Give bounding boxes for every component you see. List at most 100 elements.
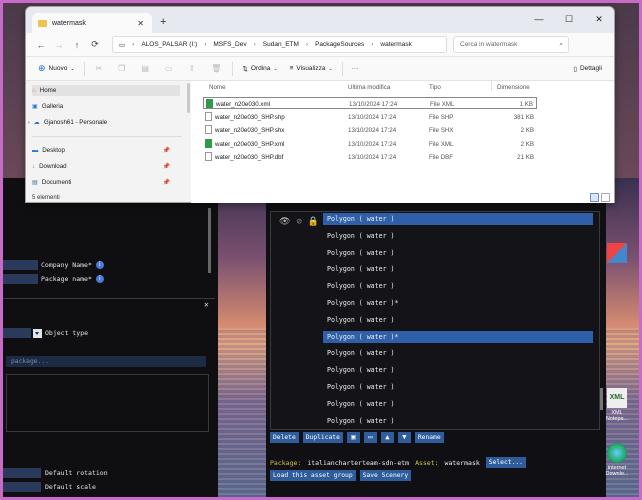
default-rotation-field[interactable] xyxy=(3,468,41,478)
sidebar-item-onedrive[interactable]: › ☁ Gjanosh61 - Personale xyxy=(28,117,107,128)
maximize-button[interactable]: ☐ xyxy=(554,7,584,33)
internet-download-shortcut[interactable]: internet Downlo... xyxy=(604,443,630,477)
file-row[interactable]: water_n20e030_SHP.dbf 13/10/2024 17:24 Fil… xyxy=(203,151,537,163)
polygon-list-item[interactable]: Polygon ( water ) xyxy=(323,364,593,376)
select-button[interactable]: Select... xyxy=(485,457,526,468)
view-button[interactable]: ≡ Visualizza ⌄ xyxy=(284,65,339,72)
duplicate-button[interactable]: Duplicate xyxy=(302,432,343,443)
move-up-button[interactable]: ▲ xyxy=(380,432,394,443)
file-row[interactable]: water_n20e030.xml 13/10/2024 17:24 File XM… xyxy=(203,97,537,109)
sidebar-item-documents[interactable]: ▤ Documenti 📌 xyxy=(32,177,182,188)
sidebar-scrollbar[interactable] xyxy=(187,83,190,113)
address-bar: ← → ↑ ⟳ ▭ › ALOS_PALSAR (I:) › MSFS_Dev … xyxy=(26,33,614,57)
new-button[interactable]: ⊕ Nuovo ⌄ xyxy=(32,63,81,74)
info-icon[interactable]: i xyxy=(95,275,104,283)
lock-icon[interactable]: 🔒 xyxy=(308,217,319,227)
paste-icon[interactable]: ▤ xyxy=(133,64,157,73)
column-name[interactable]: Nome xyxy=(209,84,226,91)
pin-icon[interactable]: 📌 xyxy=(163,147,170,154)
file-row[interactable]: water_n20e030_SHP.xml 13/10/2024 17:24 Fil… xyxy=(203,138,537,150)
forward-button[interactable]: → xyxy=(50,40,68,50)
polygon-list-item[interactable]: Polygon ( water ) xyxy=(323,415,593,427)
file-row[interactable]: water_n20e030_SHP.shp 13/10/2024 17:24 Fil… xyxy=(203,111,537,123)
file-list[interactable]: Nome Ultima modifica Tipo Dimensione wat… xyxy=(191,81,614,203)
folder-icon[interactable]: ▭ xyxy=(363,432,377,443)
search-input[interactable]: Cerca in watermask ⌕ xyxy=(453,36,569,53)
object-type-field[interactable] xyxy=(3,328,31,338)
sidebar-item-gallery[interactable]: ▣ Galleria xyxy=(32,101,63,112)
crumb-package-sources[interactable]: PackageSources xyxy=(315,41,364,48)
details-button[interactable]: ▯ Dettagli xyxy=(567,65,608,73)
file-row[interactable]: water_n20e030_SHP.shx 13/10/2024 17:24 Fil… xyxy=(203,124,537,136)
breadcrumb[interactable]: ▭ › ALOS_PALSAR (I:) › MSFS_Dev › Sudan_… xyxy=(112,36,447,53)
default-scale-field[interactable] xyxy=(3,482,41,492)
scrollbar[interactable] xyxy=(208,208,211,273)
package-name-field[interactable] xyxy=(3,274,38,284)
info-icon[interactable]: i xyxy=(95,261,104,269)
polygon-list-item[interactable]: Polygon ( water ) xyxy=(323,381,593,393)
chevron-right-icon[interactable]: › xyxy=(28,120,30,126)
dropdown-icon[interactable] xyxy=(33,328,42,338)
save-scenery-button[interactable]: Save Scenery xyxy=(359,470,412,481)
close-tab-icon[interactable]: ✕ xyxy=(137,19,144,28)
polygon-list-item[interactable]: Polygon ( water ) xyxy=(323,230,593,242)
sidebar-item-download[interactable]: ↓ Download 📌 xyxy=(32,161,182,172)
copy-icon[interactable]: ❐ xyxy=(110,64,133,73)
polygon-list-item[interactable]: Polygon ( water ) xyxy=(323,398,593,410)
up-button[interactable]: ↑ xyxy=(68,40,86,50)
cut-icon[interactable]: ✂ xyxy=(88,64,111,73)
new-tab-button[interactable]: + xyxy=(160,16,166,28)
polygon-list[interactable]: 👁 ⊘ 🔒 Polygon ( water ) Polygon ( water )… xyxy=(270,211,603,430)
move-down-button[interactable]: ▼ xyxy=(397,432,411,443)
polygon-list-item[interactable]: Polygon ( water )* xyxy=(323,297,593,309)
share-icon[interactable]: ⇪ xyxy=(181,64,204,73)
package-search-input[interactable]: package... xyxy=(6,356,206,367)
sidebar-item-home[interactable]: ⌂ Home xyxy=(32,85,180,96)
list-scrollbar[interactable] xyxy=(600,388,603,410)
file-size: 2 KB xyxy=(520,140,534,148)
polygon-list-item[interactable]: Polygon ( water ) xyxy=(323,280,593,292)
crumb-msfs-dev[interactable]: MSFS_Dev xyxy=(213,41,246,48)
details-view-icon[interactable] xyxy=(590,193,599,202)
desktop-shortcut[interactable] xyxy=(604,243,630,265)
sidebar-item-desktop[interactable]: ▬ Desktop 📌 xyxy=(32,145,182,156)
xml-notepad-shortcut[interactable]: XML XML Notepa... xyxy=(604,388,630,422)
package-list[interactable] xyxy=(6,374,209,432)
delete-icon[interactable]: 🗑 xyxy=(203,64,229,73)
crumb-drive[interactable]: ALOS_PALSAR (I:) xyxy=(141,41,197,48)
column-size[interactable]: Dimensione xyxy=(497,84,530,91)
polygon-list-item[interactable]: Polygon ( water ) xyxy=(323,247,593,259)
crumb-watermask[interactable]: watermask xyxy=(380,41,411,48)
load-asset-group-button[interactable]: Load this asset group xyxy=(270,470,356,481)
polygon-list-item[interactable]: Polygon ( water )* xyxy=(323,330,593,343)
sort-label: Ordina xyxy=(250,65,271,72)
refresh-button[interactable]: ⟳ xyxy=(86,39,104,50)
file-icon xyxy=(205,125,212,134)
add-folder-icon[interactable]: ▣ xyxy=(346,432,360,443)
sort-button[interactable]: ⇅ Ordina ⌄ xyxy=(236,65,283,73)
eye-icon[interactable]: 👁 xyxy=(279,217,290,227)
polygon-list-item[interactable]: Polygon ( water ) xyxy=(323,213,593,225)
close-icon[interactable]: ✕ xyxy=(204,300,209,309)
back-button[interactable]: ← xyxy=(32,40,50,50)
more-options-button[interactable]: ··· xyxy=(346,65,365,72)
company-name-field[interactable] xyxy=(3,260,38,270)
polygon-list-item[interactable]: Polygon ( water ) xyxy=(323,263,593,275)
pin-icon[interactable]: 📌 xyxy=(163,179,170,186)
pin-icon[interactable]: 📌 xyxy=(163,163,170,170)
column-modified[interactable]: Ultima modifica xyxy=(348,84,390,91)
eye-off-icon[interactable]: ⊘ xyxy=(296,217,301,227)
crumb-sudan-etm[interactable]: Sudan_ETM xyxy=(263,41,299,48)
column-type[interactable]: Tipo xyxy=(429,84,441,91)
minimize-button[interactable]: — xyxy=(524,7,554,33)
file-icon xyxy=(205,152,212,161)
tab-watermask[interactable]: watermask ✕ xyxy=(32,13,152,33)
tiles-view-icon[interactable] xyxy=(601,193,610,202)
delete-button[interactable]: Delete xyxy=(270,432,299,443)
tab-title: watermask xyxy=(52,19,86,27)
rename-button[interactable]: Rename xyxy=(414,432,444,443)
rename-icon[interactable]: ▭ xyxy=(157,64,181,73)
polygon-list-item[interactable]: Polygon ( water ) xyxy=(323,314,593,326)
polygon-list-item[interactable]: Polygon ( water ) xyxy=(323,347,593,359)
close-window-button[interactable]: ✕ xyxy=(584,7,614,33)
